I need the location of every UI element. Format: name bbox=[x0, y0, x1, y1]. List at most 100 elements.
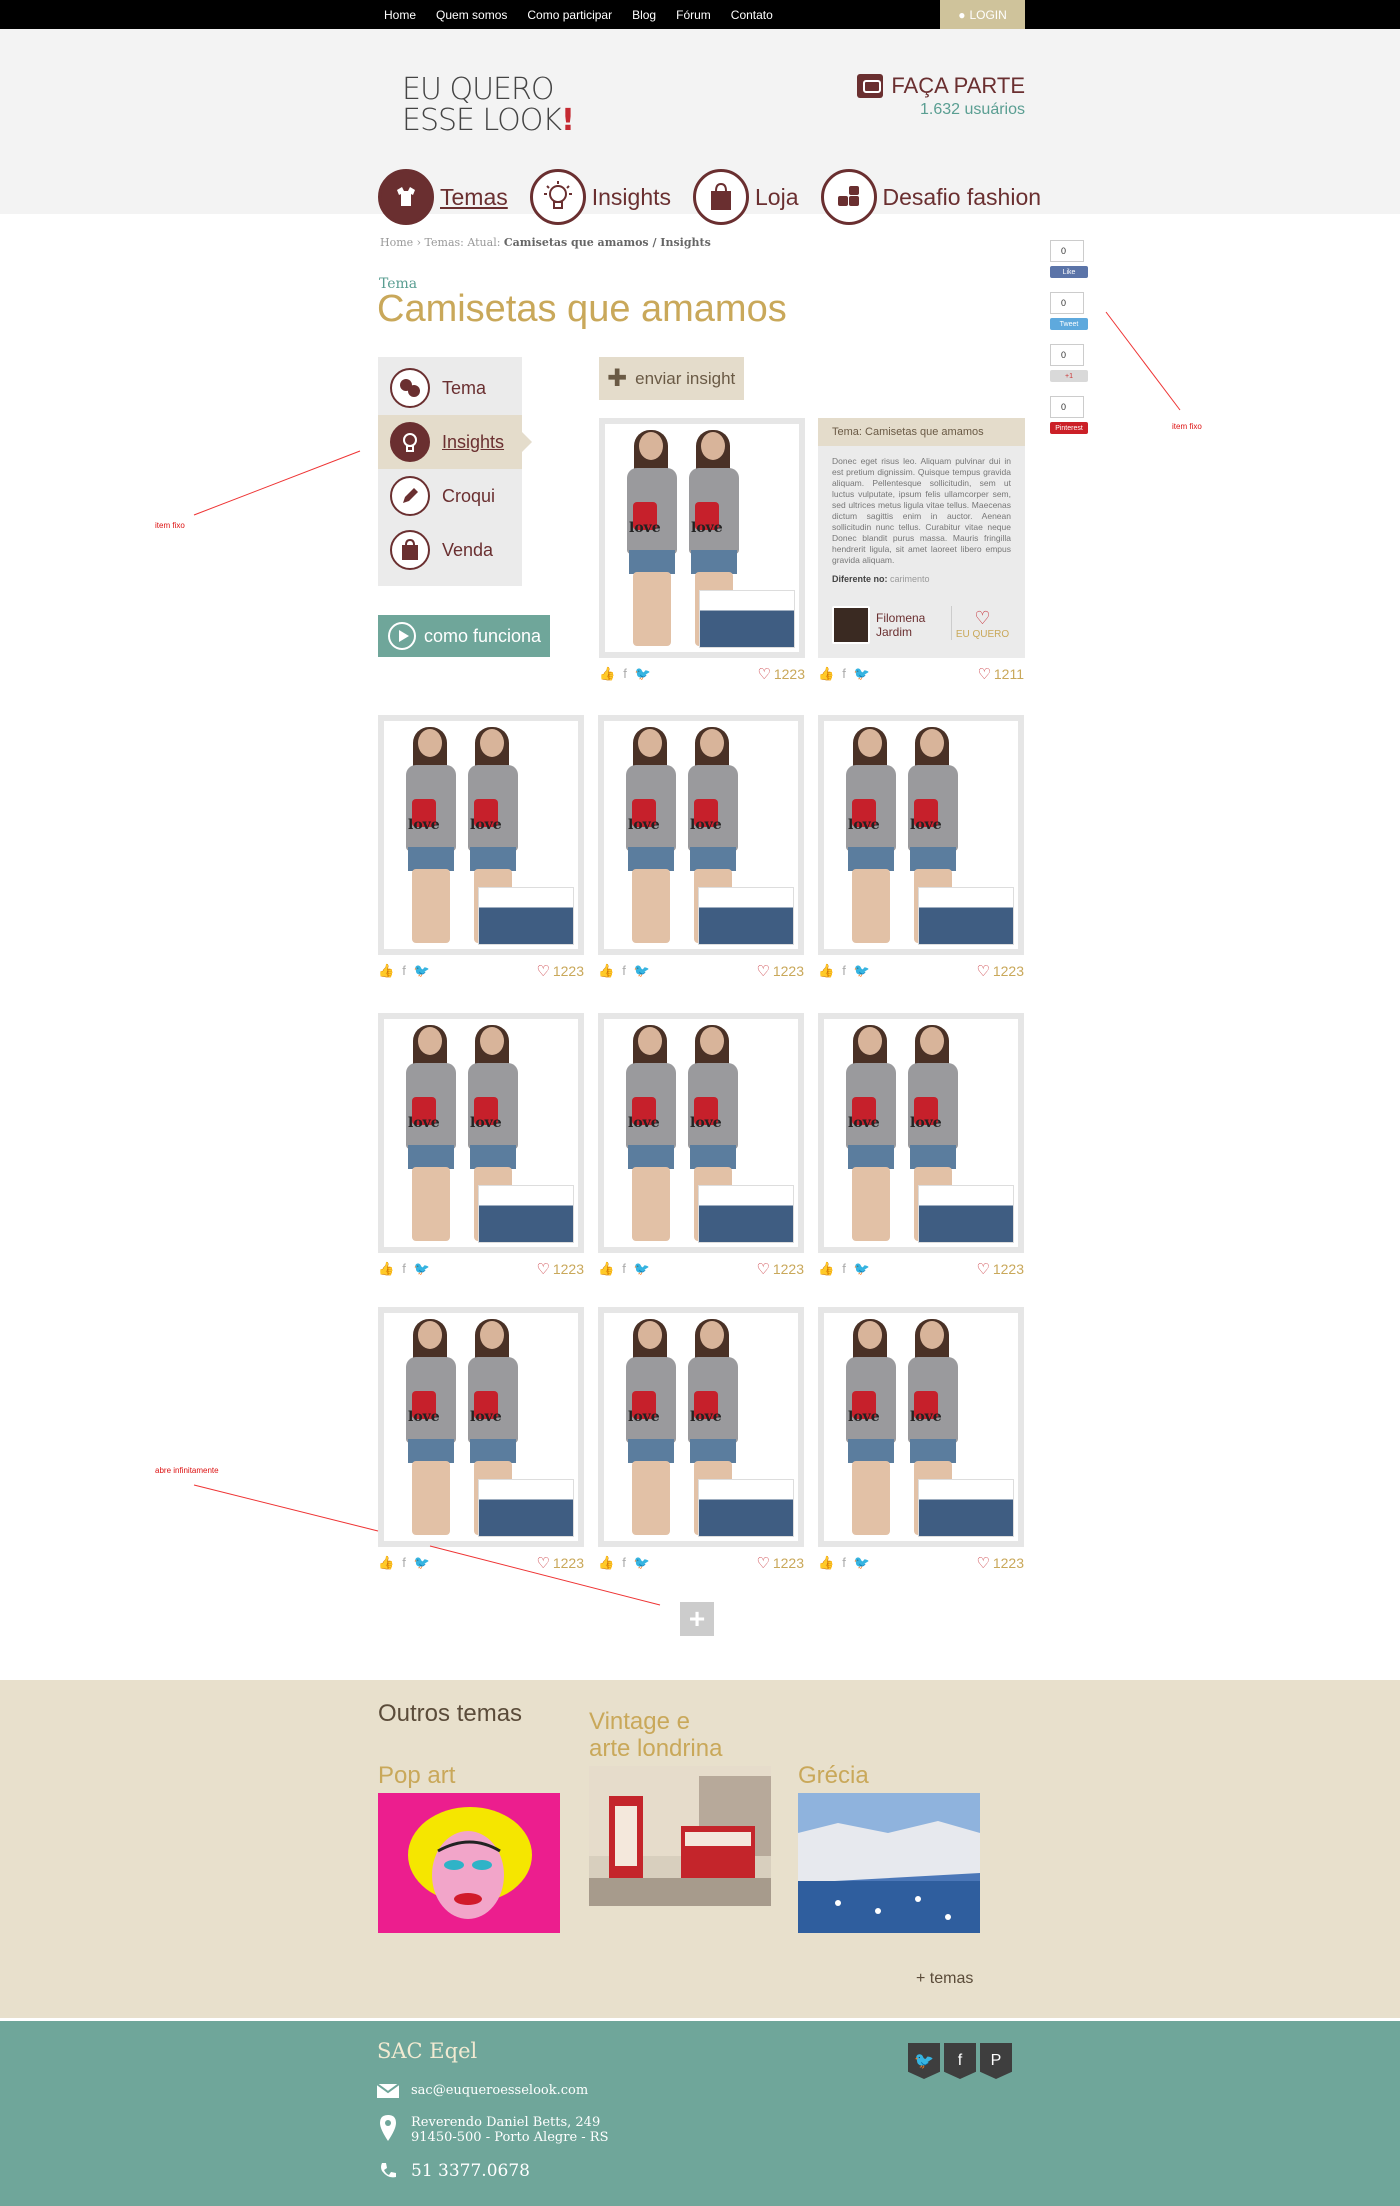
tweet-counter: 0 bbox=[1050, 292, 1084, 314]
faca-parte-block[interactable]: FAÇA PARTE 1.632 usuários bbox=[857, 73, 1025, 119]
facebook-icon[interactable]: f bbox=[842, 666, 846, 682]
twitter-icon[interactable]: 🐦 bbox=[634, 1555, 650, 1571]
like-count[interactable]: ♡ 1223 bbox=[536, 962, 584, 980]
like-count[interactable]: ♡ 1223 bbox=[756, 1554, 804, 1572]
like-count[interactable]: ♡ 1223 bbox=[976, 962, 1024, 980]
outros-temas-section: Outros temas Pop art Vintage e arte lond… bbox=[0, 1680, 1400, 2018]
like-count[interactable]: ♡ 1223 bbox=[976, 1554, 1024, 1572]
twitter-icon[interactable]: 🐦 bbox=[634, 963, 650, 979]
thumbs-up-icon[interactable]: 👍 bbox=[818, 963, 834, 979]
topnav-como-participar[interactable]: Como participar bbox=[527, 8, 612, 22]
breadcrumb: Home › Temas: Atual: Camisetas que amamo… bbox=[380, 236, 711, 249]
tweet-button[interactable]: Tweet bbox=[1050, 318, 1088, 330]
login-button[interactable]: ● LOGIN bbox=[940, 0, 1025, 29]
facebook-icon[interactable]: f bbox=[402, 963, 406, 979]
sidemenu-item-tema[interactable]: Tema bbox=[378, 361, 522, 415]
thumbs-up-icon[interactable]: 👍 bbox=[818, 1261, 834, 1277]
heart-icon: ♡ bbox=[756, 1261, 770, 1278]
sidemenu-item-croqui[interactable]: Croqui bbox=[378, 469, 522, 523]
nav-item-temas[interactable]: Temas bbox=[378, 169, 508, 225]
like-count[interactable]: ♡ 1223 bbox=[536, 1554, 584, 1572]
site-logo[interactable]: EU QUERO ESSE LOOK! bbox=[402, 74, 575, 136]
thumbs-up-icon[interactable]: 👍 bbox=[378, 1261, 394, 1277]
twitter-icon[interactable]: 🐦 bbox=[414, 1261, 430, 1277]
thumbs-up-icon[interactable]: 👍 bbox=[818, 666, 834, 682]
like-count[interactable]: ♡ 1223 bbox=[757, 665, 805, 683]
info-card-title: Tema: Camisetas que amamos bbox=[818, 418, 1025, 446]
twitter-icon[interactable]: 🐦 bbox=[414, 1555, 430, 1571]
facebook-icon[interactable]: f bbox=[402, 1555, 406, 1571]
insight-card[interactable]: love love bbox=[599, 418, 805, 658]
insight-card[interactable]: love love bbox=[378, 715, 584, 955]
topnav-home[interactable]: Home bbox=[384, 8, 416, 22]
thumbs-up-icon[interactable]: 👍 bbox=[598, 963, 614, 979]
topnav-forum[interactable]: Fórum bbox=[676, 8, 711, 22]
insight-card[interactable]: love love bbox=[818, 1013, 1024, 1253]
facebook-like-button[interactable]: Like bbox=[1050, 266, 1088, 278]
pinterest-button[interactable]: Pinterest bbox=[1050, 422, 1088, 434]
insight-card[interactable]: love love bbox=[818, 715, 1024, 955]
like-count[interactable]: ♡ 1223 bbox=[756, 1260, 804, 1278]
nav-item-desafio[interactable]: Desafio fashion bbox=[820, 169, 1041, 225]
nav-item-loja[interactable]: Loja bbox=[693, 169, 799, 225]
thumbs-up-icon[interactable]: 👍 bbox=[378, 963, 394, 979]
tema-card-vintage[interactable]: Vintage e arte londrina bbox=[589, 1708, 771, 1906]
twitter-icon[interactable]: 🐦 bbox=[854, 963, 870, 979]
insight-card-meta: 👍 f 🐦 ♡ 1223 bbox=[598, 961, 804, 981]
como-funciona-button[interactable]: como funciona bbox=[378, 615, 550, 657]
load-more-button[interactable]: + bbox=[680, 1602, 714, 1636]
thumbs-up-icon[interactable]: 👍 bbox=[599, 666, 615, 682]
twitter-icon[interactable]: 🐦 bbox=[854, 1555, 870, 1571]
twitter-icon[interactable]: 🐦 bbox=[414, 963, 430, 979]
facebook-icon[interactable]: f bbox=[622, 1555, 626, 1571]
facebook-icon[interactable]: f bbox=[842, 1555, 846, 1571]
facebook-icon[interactable]: f bbox=[842, 963, 846, 979]
facebook-icon[interactable]: f bbox=[623, 666, 627, 682]
like-count[interactable]: ♡ 1223 bbox=[976, 1260, 1024, 1278]
sidemenu-item-venda[interactable]: Venda bbox=[378, 523, 522, 577]
info-card-meta: 👍 f 🐦 ♡ 1211 bbox=[818, 664, 1024, 684]
insight-card-meta: 👍 f 🐦 ♡ 1223 bbox=[818, 1259, 1024, 1279]
thumbs-up-icon[interactable]: 👍 bbox=[818, 1555, 834, 1571]
like-count[interactable]: ♡ 1223 bbox=[756, 962, 804, 980]
mais-temas-link[interactable]: + temas bbox=[916, 1970, 973, 1988]
thumbs-up-icon[interactable]: 👍 bbox=[598, 1555, 614, 1571]
tema-card-pop-art[interactable]: Pop art bbox=[378, 1735, 560, 1933]
like-count[interactable]: ♡ 1223 bbox=[536, 1260, 584, 1278]
breadcrumb-prefix[interactable]: Home › Temas: Atual: bbox=[380, 236, 500, 249]
topnav-blog[interactable]: Blog bbox=[632, 8, 656, 22]
facebook-icon[interactable]: f bbox=[622, 1261, 626, 1277]
google-plus-button[interactable]: +1 bbox=[1050, 370, 1088, 382]
insight-card[interactable]: love love bbox=[818, 1307, 1024, 1547]
author[interactable]: Filomena Jardim bbox=[832, 606, 940, 644]
topnav-contato[interactable]: Contato bbox=[731, 8, 773, 22]
insight-card[interactable]: love love bbox=[378, 1307, 584, 1547]
facebook-icon[interactable]: f bbox=[944, 2043, 976, 2079]
facebook-icon[interactable]: f bbox=[622, 963, 626, 979]
sidemenu-item-insights[interactable]: Insights bbox=[378, 415, 532, 469]
insight-card[interactable]: love love bbox=[598, 1307, 804, 1547]
twitter-icon[interactable]: 🐦 bbox=[854, 1261, 870, 1277]
insight-photo: love love bbox=[824, 721, 1018, 949]
eu-quero-button[interactable]: ♡ EU QUERO bbox=[951, 606, 1013, 640]
topnav-quem-somos[interactable]: Quem somos bbox=[436, 8, 507, 22]
thumbs-up-icon[interactable]: 👍 bbox=[378, 1555, 394, 1571]
insight-card[interactable]: love love bbox=[598, 1013, 804, 1253]
like-count[interactable]: ♡ 1211 bbox=[977, 665, 1024, 683]
facebook-icon[interactable]: f bbox=[402, 1261, 406, 1277]
footer-email[interactable]: sac@euqueroesselook.com bbox=[411, 2083, 588, 2098]
twitter-icon[interactable]: 🐦 bbox=[635, 666, 651, 682]
facebook-icon[interactable]: f bbox=[842, 1261, 846, 1277]
insight-card[interactable]: love love bbox=[598, 715, 804, 955]
enviar-insight-button[interactable]: ✚ enviar insight bbox=[599, 357, 744, 400]
user-icon: ● bbox=[958, 7, 966, 22]
tema-card-grecia[interactable]: Grécia bbox=[798, 1735, 980, 1933]
nav-item-insights[interactable]: Insights bbox=[529, 169, 671, 225]
twitter-icon[interactable]: 🐦 bbox=[634, 1261, 650, 1277]
user-count: 1.632 usuários bbox=[920, 101, 1025, 118]
twitter-icon[interactable]: 🐦 bbox=[908, 2043, 940, 2079]
insight-card[interactable]: love love bbox=[378, 1013, 584, 1253]
pinterest-icon[interactable]: P bbox=[980, 2043, 1012, 2079]
twitter-icon[interactable]: 🐦 bbox=[854, 666, 870, 682]
thumbs-up-icon[interactable]: 👍 bbox=[598, 1261, 614, 1277]
